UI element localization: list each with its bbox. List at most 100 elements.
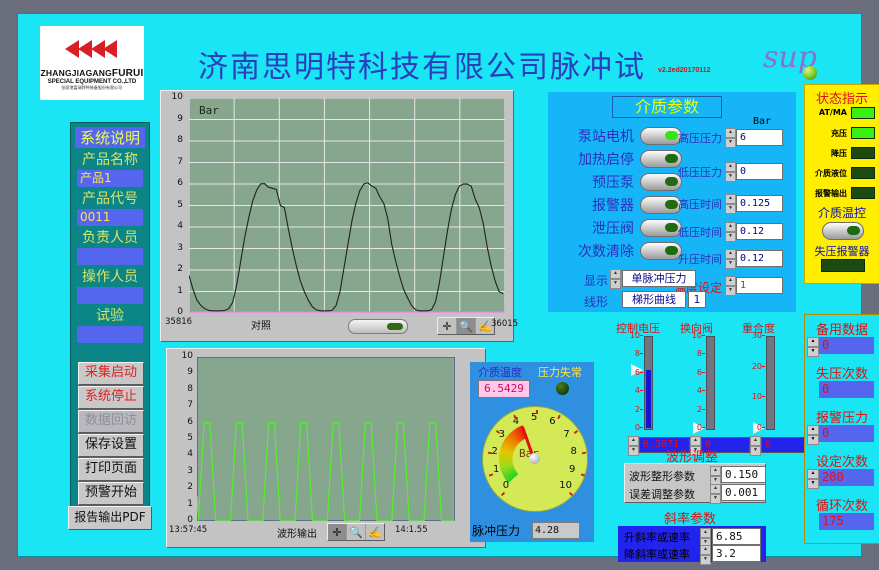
counter-value-0[interactable]: 0 (819, 337, 874, 354)
chart1-scroll-knob[interactable] (348, 319, 408, 334)
stop-system-button[interactable]: 系统停止 (78, 386, 144, 409)
logo-company-sub: SPECIAL EQUIPMENT CO.,LTD (47, 79, 137, 85)
sidebar-input-manager[interactable] (77, 248, 143, 265)
status-indicator-panel: 状态指示 AT/MA 充压 降压 介质液位 报警输出 介质温控 失压报警器 (804, 84, 879, 284)
chart1-ytick: 5 (177, 199, 183, 210)
spinner-error-adjust-param[interactable]: ▲ ▼ (710, 484, 721, 504)
zoom-icon[interactable]: 🔍 (347, 524, 366, 540)
input-temp-set[interactable]: 1 (736, 277, 783, 294)
print-page-button[interactable]: 打印页面 (78, 458, 144, 481)
slider-track-0[interactable] (644, 336, 653, 430)
spinner-low-pressure[interactable]: ▲ ▼ (725, 162, 736, 182)
gauge-hub (529, 453, 540, 464)
version-label: v2.2ed20170112 (658, 67, 711, 74)
slider-track-2[interactable] (766, 336, 775, 430)
input-rise-slope[interactable]: 6.85 (712, 528, 761, 545)
sidebar-label-operator: 操作人员 (82, 269, 138, 285)
line-type-index[interactable]: 1 (688, 291, 706, 308)
input-wave-shape-param[interactable]: 0.150 (721, 466, 766, 483)
spinner-temp-set[interactable]: ▲ ▼ (725, 276, 736, 296)
spinner-wave-shape-param[interactable]: ▲ ▼ (710, 466, 721, 486)
chart2-x-start: 13:57:45 (169, 525, 208, 535)
chart1-ytick: 1 (177, 285, 183, 296)
waveform-chart-plot[interactable] (197, 357, 455, 521)
spinner-display-mode[interactable]: ▲ ▼ (610, 269, 621, 289)
prewarning-start-button[interactable]: 预警开始 (78, 482, 144, 505)
input-high-pressure[interactable]: 6 (736, 129, 783, 146)
counter-label-3: 设定次数 (815, 455, 868, 470)
spinner-high-time[interactable]: ▲ ▼ (725, 194, 736, 214)
spinner-low-time[interactable]: ▲ ▼ (725, 222, 736, 242)
sidebar-input-operator[interactable] (77, 287, 143, 304)
spinner-fall-slope[interactable]: ▲ ▼ (700, 545, 711, 565)
crosshair-icon[interactable]: ✛ (438, 318, 457, 334)
slider-group: 控制电压 换向阀 重合度 10 8 6 4 2 0 ▲ ▼ 6.3071 10 8 6 4 2 0 ▲ ▼ 0 30… (614, 320, 810, 456)
chart2-ytick: 7 (187, 400, 193, 411)
slider-tick-0: 6 (634, 368, 640, 377)
pulse-pressure-value: 4.28 (532, 522, 580, 539)
input-high-time[interactable]: 0.125 (736, 195, 783, 212)
chart1-toolbar[interactable]: ✛ 🔍 ✍ (437, 317, 495, 335)
input-error-adjust-param[interactable]: 0.001 (721, 484, 766, 501)
depressurization-alarm-led (821, 259, 865, 272)
counter-value-3[interactable]: 200 (819, 469, 874, 486)
comparison-chart[interactable]: Bar 0 1 2 3 4 5 6 7 8 9 10 35816 对照 ✛ 🔍 ✍ 36015 (160, 90, 518, 342)
start-acquisition-button[interactable]: 采集启动 (78, 362, 144, 385)
waveform-chart[interactable]: 0 1 2 3 4 5 6 7 8 9 10 13:57:45 波形输出 ✛ 🔍 ✍ 14:1.55 (166, 348, 486, 548)
sidebar-label-product-code: 产品代号 (82, 191, 138, 207)
counter-spinner-0[interactable]: ▲ ▼ (807, 337, 819, 357)
chart2-ytick: 4 (187, 449, 193, 460)
export-pdf-report-button[interactable]: 报告输出PDF (68, 506, 152, 530)
counter-spinner-2[interactable]: ▲ ▼ (807, 425, 819, 445)
slider-value-2[interactable]: 0 (761, 437, 810, 453)
save-settings-button[interactable]: 保存设置 (78, 434, 144, 457)
sidebar-input-product-code[interactable]: 0011 (77, 209, 143, 226)
chart2-ytick: 5 (187, 433, 193, 443)
input-rise-time[interactable]: 0.12 (736, 250, 783, 267)
slider-tick-2: 20 (751, 362, 762, 371)
input-low-pressure[interactable]: 0 (736, 163, 783, 180)
sidebar-input-test[interactable] (77, 326, 143, 343)
switch-label-prepump: 预压泵 (592, 175, 634, 191)
counter-value-4[interactable]: 175 (819, 513, 874, 530)
input-low-time[interactable]: 0.12 (736, 223, 783, 240)
select-line-type[interactable]: 梯形曲线 (622, 291, 686, 308)
media-temp-label: 介质温度 (478, 366, 522, 379)
spinner-rise-slope[interactable]: ▲ ▼ (700, 528, 711, 548)
sidebar-label-product-name: 产品名称 (82, 152, 138, 168)
data-review-button[interactable]: 数据回访 (78, 410, 144, 433)
slider-tick-0: 2 (634, 405, 640, 414)
slider-spinner-0[interactable]: ▲ ▼ (628, 436, 639, 456)
counter-value-1[interactable]: 0 (819, 381, 874, 398)
slider-track-1[interactable] (706, 336, 715, 430)
status-panel-title: 状态指示 (815, 92, 868, 107)
pan-hand-icon[interactable]: ✍ (366, 524, 384, 540)
spinner-rise-time[interactable]: ▲ ▼ (725, 249, 736, 269)
status-led-4 (851, 187, 875, 199)
slider-tick-1: 4 (696, 386, 702, 395)
counter-value-2[interactable]: 0 (819, 425, 874, 442)
select-display-mode[interactable]: 单脉冲压力 (622, 270, 696, 287)
counter-spinner-3[interactable]: ▲ ▼ (807, 469, 819, 489)
slider-spinner-2[interactable]: ▲ ▼ (750, 436, 761, 456)
media-temp-control-switch[interactable] (822, 222, 864, 240)
chart2-toolbar[interactable]: ✛ 🔍 ✍ (327, 523, 385, 541)
slider-tick-1: 0 (696, 423, 702, 432)
sidebar-input-product-name[interactable]: 产品1 (77, 170, 143, 187)
pressure-abnormal-led (556, 382, 569, 395)
slider-tick-1: 8 (696, 349, 702, 358)
status-label-1: 充压 (831, 129, 847, 138)
zoom-icon[interactable]: 🔍 (457, 318, 476, 334)
slider-tick-0: 4 (634, 386, 640, 395)
comparison-chart-plot[interactable]: Bar (189, 98, 505, 313)
slider-tick-2: 10 (751, 392, 762, 401)
chart1-ytick: 6 (177, 178, 183, 188)
gauge-tick: 9 (569, 464, 576, 476)
chart1-ytick: 9 (177, 113, 183, 124)
spinner-high-pressure[interactable]: ▲ ▼ (725, 128, 736, 148)
status-label-4: 报警输出 (815, 189, 847, 198)
media-parameters-title: 介质参数 (612, 96, 722, 118)
input-fall-slope[interactable]: 3.2 (712, 545, 761, 562)
crosshair-icon[interactable]: ✛ (328, 524, 347, 540)
wave-adjust-box: 波形整形参数 ▲ ▼ 0.150 误差调整参数 ▲ ▼ 0.001 (624, 463, 766, 504)
